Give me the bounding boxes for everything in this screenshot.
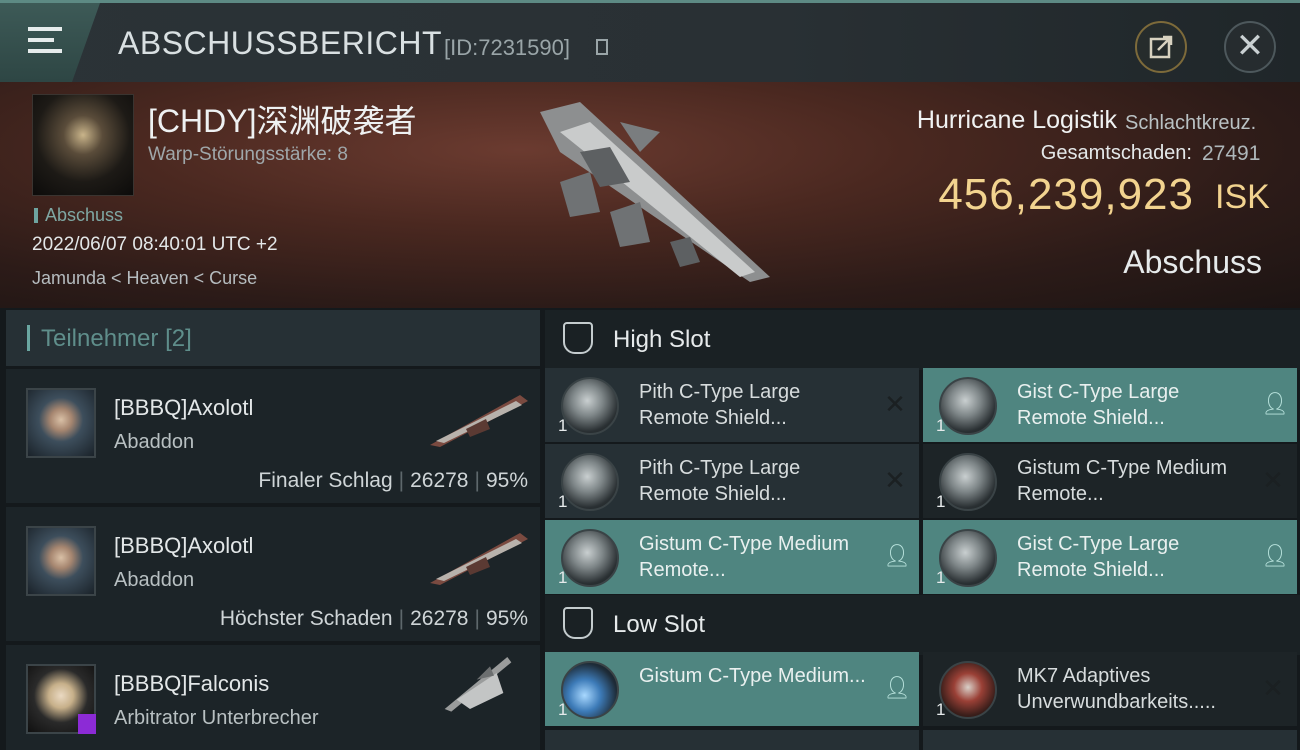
module-quantity: 1: [558, 700, 568, 719]
high-slot-header: High Slot: [545, 310, 1300, 370]
participant-portrait[interactable]: [26, 526, 96, 596]
shield-module-icon: [939, 453, 997, 511]
participants-count: [2]: [165, 325, 192, 352]
top-bar: ABSCHUSSBERICHT [ID:7231590] ✕: [0, 0, 1300, 82]
participant-damage: 26278: [410, 607, 469, 630]
module-name: MK7 Adaptives Unverwundbarkeits.....: [1017, 665, 1216, 713]
module-name: Gistum C-Type Medium Remote...: [639, 533, 850, 581]
module-name: Gistum C-Type Medium...: [639, 665, 866, 687]
shield-module-icon: [561, 377, 619, 435]
stat-separator: |: [474, 469, 480, 492]
hamburger-icon-line: [28, 49, 62, 53]
shield-module-icon: [939, 529, 997, 587]
participant-row[interactable]: [BBBQ]Falconis Arbitrator Unterbrecher: [6, 645, 540, 750]
x-icon: ✕: [884, 465, 906, 495]
module-name: Gist C-Type Large Remote Shield...: [1017, 381, 1180, 429]
module-item[interactable]: 1 Gistum C-Type Medium... 👤︎: [545, 652, 919, 726]
person-icon: 👤︎: [883, 543, 911, 568]
module-item[interactable]: 1 Gistum C-Type Medium Remote... 👤︎: [545, 520, 919, 594]
shield-module-icon: [561, 453, 619, 511]
module-quantity: 1: [936, 568, 946, 587]
module-quantity: 1: [936, 492, 946, 511]
participants-marker: [27, 325, 30, 351]
kill-type: Abschuss: [1123, 244, 1262, 280]
shield-module-icon: [561, 529, 619, 587]
participants-title: Teilnehmer [2]: [41, 325, 192, 353]
stat-separator: |: [474, 607, 480, 630]
module-quantity: 1: [936, 416, 946, 435]
low-slot-header: Low Slot: [545, 595, 1300, 655]
x-icon: ✕: [1262, 465, 1284, 495]
module-item-partial[interactable]: [545, 730, 919, 750]
person-icon: 👤︎: [883, 675, 911, 700]
participants-label: Teilnehmer: [41, 325, 159, 352]
victim-ship-class: Schlachtkreuz.: [1125, 112, 1257, 134]
participant-ship: Arbitrator Unterbrecher: [114, 707, 319, 729]
victim-ship-name[interactable]: Hurricane Logistik: [0, 106, 1117, 135]
participant-ship: Abaddon: [114, 569, 195, 591]
participant-stats: Höchster Schaden | 26278 | 95%: [220, 607, 528, 631]
module-name: Gist C-Type Large Remote Shield...: [1017, 533, 1180, 581]
participant-name: [BBBQ]Axolotl: [114, 395, 254, 420]
module-name: Gistum C-Type Medium Remote...: [1017, 457, 1228, 505]
close-icon: ✕: [1235, 27, 1265, 65]
module-quantity: 1: [558, 568, 568, 587]
shield-module-icon: [939, 377, 997, 435]
isk-unit: ISK: [1215, 178, 1270, 216]
total-damage-label: Gesamtschaden:: [1040, 142, 1192, 164]
page-title: ABSCHUSSBERICHT: [118, 25, 442, 61]
module-name: Pith C-Type Large Remote Shield...: [639, 381, 801, 429]
x-icon: ✕: [884, 389, 906, 419]
module-item[interactable]: 1 Gistum C-Type Medium Remote... ✕: [923, 444, 1297, 518]
high-slot-label: High Slot: [613, 326, 711, 353]
module-item-partial[interactable]: [923, 730, 1297, 750]
participant-row[interactable]: [BBBQ]Axolotl Abaddon Finaler Schlag | 262…: [6, 369, 540, 503]
x-icon: ✕: [1262, 673, 1284, 703]
module-name: Pith C-Type Large Remote Shield...: [639, 457, 801, 505]
participant-name: [BBBQ]Axolotl: [114, 533, 254, 558]
module-item[interactable]: 1 Gist C-Type Large Remote Shield... 👤︎: [923, 368, 1297, 442]
slot-icon: [563, 322, 593, 354]
participant-percent: 95%: [485, 607, 528, 630]
participant-percent: 95%: [485, 469, 528, 492]
participant-ship: Abaddon: [114, 431, 195, 453]
invulnerability-field-icon: [939, 661, 997, 719]
hamburger-icon-line: [28, 38, 54, 42]
participant-ship-image: [430, 533, 528, 585]
kill-id: [ID:7231590]: [444, 35, 570, 60]
participant-ship-image: [430, 395, 528, 447]
participant-name: [BBBQ]Falconis: [114, 671, 270, 696]
module-quantity: 1: [936, 700, 946, 719]
participant-damage: 26278: [410, 469, 469, 492]
module-item[interactable]: 1 Pith C-Type Large Remote Shield... ✕: [545, 444, 919, 518]
shield-booster-icon: [561, 661, 619, 719]
module-quantity: 1: [558, 492, 568, 511]
participant-stats: Finaler Schlag | 26278 | 95%: [258, 469, 528, 493]
stat-separator: |: [398, 607, 405, 630]
module-quantity: 1: [558, 416, 568, 435]
alliance-badge-icon: [78, 714, 96, 734]
participant-row[interactable]: [BBBQ]Axolotl Abaddon Höchster Schaden | 2…: [6, 507, 540, 641]
person-icon: 👤︎: [1261, 391, 1289, 416]
participant-portrait[interactable]: [26, 388, 96, 458]
participant-role: Höchster Schaden: [219, 607, 393, 630]
slot-icon: [563, 607, 593, 639]
module-item[interactable]: 1 MK7 Adaptives Unverwundbarkeits..... ✕: [923, 652, 1297, 726]
stat-separator: |: [398, 469, 405, 492]
module-item[interactable]: 1 Gist C-Type Large Remote Shield... 👤︎: [923, 520, 1297, 594]
share-icon: [1149, 35, 1173, 59]
participant-role: Finaler Schlag: [258, 469, 393, 492]
module-item[interactable]: 1 Pith C-Type Large Remote Shield... ✕: [545, 368, 919, 442]
person-icon: 👤︎: [1261, 543, 1289, 568]
total-damage-value: 27491: [1202, 142, 1261, 165]
share-button[interactable]: [1135, 21, 1187, 73]
hamburger-icon: [28, 27, 62, 31]
low-slot-label: Low Slot: [613, 611, 706, 638]
isk-value: 456,239,923: [938, 170, 1194, 219]
close-button[interactable]: ✕: [1224, 21, 1276, 73]
copy-icon[interactable]: [596, 39, 608, 55]
participant-ship-image: [444, 657, 512, 712]
menu-button[interactable]: [0, 3, 100, 82]
